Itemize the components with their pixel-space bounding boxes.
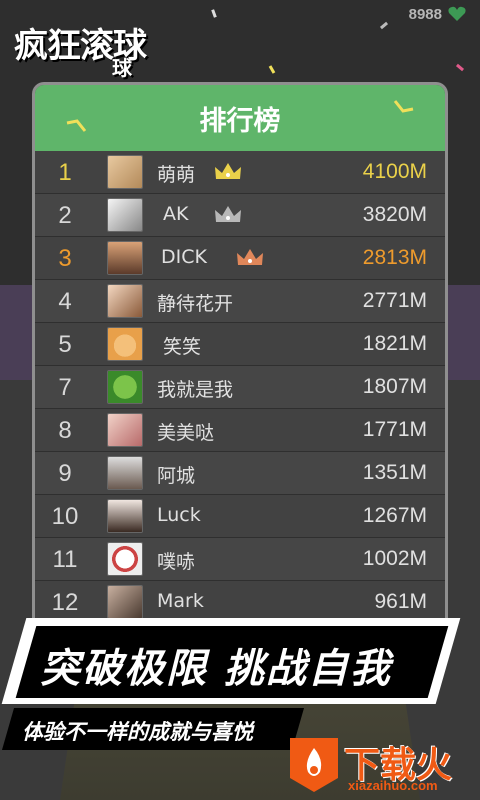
watermark-url: xiazaihuo.com [348, 778, 438, 793]
player-distance: 1821M [362, 332, 427, 355]
player-name: 静待花开 [157, 293, 234, 315]
player-distance: 1771M [362, 418, 427, 441]
top-score: 8988 [408, 6, 442, 23]
leaderboard-title: 排行榜 [199, 106, 281, 137]
player-distance: 3820M [362, 203, 427, 226]
rank-number: 9 [58, 460, 72, 487]
rank-number: 5 [58, 331, 72, 358]
rank-number: 3 [58, 245, 72, 272]
avatar [107, 542, 143, 576]
game-logo: 疯狂滚球 球 [14, 18, 174, 80]
decoration-tick-icon [393, 100, 414, 113]
avatar [107, 284, 143, 318]
avatar [107, 198, 143, 232]
player-name: AK [163, 203, 189, 225]
watermark: 下载火 xiazaihuo.com [286, 734, 480, 800]
leaderboard-row[interactable]: 4 静待花开 2771M [35, 280, 445, 323]
rank-number: 11 [52, 546, 78, 573]
avatar [107, 413, 143, 447]
player-name: Luck [157, 504, 201, 526]
player-name: 我就是我 [157, 379, 234, 401]
logo-subtitle: 球 [112, 56, 132, 80]
slogan-main: 突破极限 挑战自我 [40, 646, 392, 692]
rank-number: 7 [58, 374, 72, 401]
leaderboard-panel: 排行榜 1 萌萌 4100M 2 AK 3820M 3 DICK 2813M 4… [32, 82, 448, 634]
silver-crown-icon [215, 206, 241, 222]
player-distance: 1267M [362, 504, 427, 527]
avatar [107, 155, 143, 189]
player-distance: 2813M [362, 246, 427, 269]
rank-number: 1 [58, 159, 72, 186]
player-distance: 1807M [362, 375, 427, 398]
player-name: 笑笑 [163, 336, 202, 358]
leaderboard-row[interactable]: 3 DICK 2813M [35, 237, 445, 280]
avatar [107, 585, 143, 619]
leaderboard-row[interactable]: 8 美美哒 1771M [35, 409, 445, 452]
rank-number: 8 [58, 417, 72, 444]
avatar [107, 456, 143, 490]
gold-crown-icon [215, 163, 241, 179]
bronze-crown-icon [237, 249, 263, 265]
avatar [107, 241, 143, 275]
leaderboard-row[interactable]: 5 笑笑 1821M [35, 323, 445, 366]
player-name: 噗哧 [157, 551, 196, 573]
player-name: 萌萌 [157, 164, 196, 186]
player-distance: 2771M [362, 289, 427, 312]
rank-number: 2 [58, 202, 72, 229]
leaderboard-row[interactable]: 11 噗哧 1002M [35, 538, 445, 581]
leaderboard-row[interactable]: 2 AK 3820M [35, 194, 445, 237]
player-distance: 1002M [362, 547, 427, 570]
flame-logo-icon [290, 738, 338, 792]
avatar [107, 499, 143, 533]
avatar [107, 370, 143, 404]
rank-number: 12 [51, 589, 79, 616]
player-name: Mark [157, 590, 204, 612]
rank-number: 10 [51, 503, 79, 530]
avatar [107, 327, 143, 361]
player-distance: 4100M [362, 160, 427, 183]
leaderboard-row[interactable]: 9 阿城 1351M [35, 452, 445, 495]
player-distance: 961M [374, 590, 427, 613]
slogan-sub: 体验不一样的成就与喜悦 [22, 720, 253, 744]
player-distance: 1351M [362, 461, 427, 484]
leaderboard-row[interactable]: 7 我就是我 1807M [35, 366, 445, 409]
player-name: 阿城 [157, 465, 196, 487]
leaderboard-row[interactable]: 1 萌萌 4100M [35, 151, 445, 194]
player-name: 美美哒 [157, 422, 215, 444]
leaderboard-row[interactable]: 10 Luck 1267M [35, 495, 445, 538]
heart-icon [448, 6, 466, 21]
rank-number: 4 [58, 288, 72, 315]
leaderboard-list: 1 萌萌 4100M 2 AK 3820M 3 DICK 2813M 4 静待花… [35, 151, 445, 624]
player-name: DICK [161, 246, 207, 268]
leaderboard-header: 排行榜 [35, 85, 445, 151]
